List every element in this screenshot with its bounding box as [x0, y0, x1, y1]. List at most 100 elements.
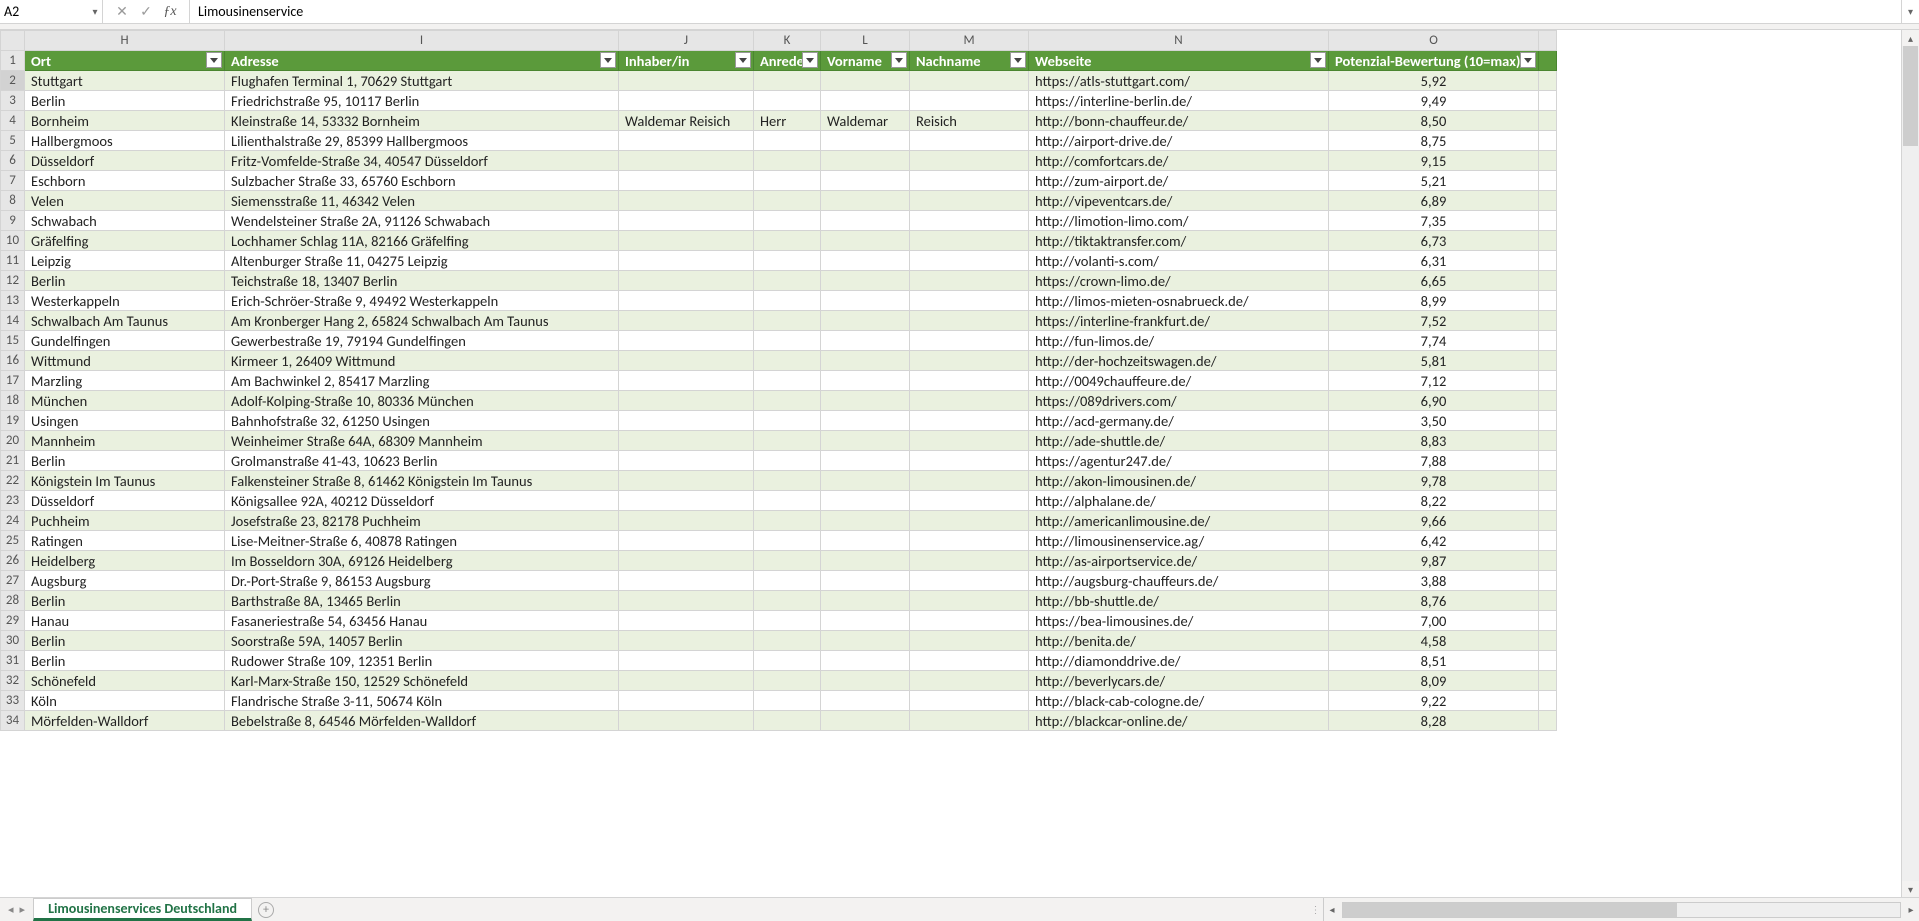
cell[interactable]: [910, 351, 1029, 371]
cell[interactable]: [910, 711, 1029, 731]
cell[interactable]: [619, 531, 754, 551]
header-cell-H[interactable]: Ort: [25, 51, 225, 71]
scroll-up-icon[interactable]: ▴: [1902, 30, 1919, 46]
cell[interactable]: 8,83: [1329, 431, 1539, 451]
row-header[interactable]: 2: [1, 71, 25, 91]
cell[interactable]: Karl-Marx-Straße 150, 12529 Schönefeld: [225, 671, 619, 691]
cell[interactable]: [619, 331, 754, 351]
cell[interactable]: [821, 91, 910, 111]
cell[interactable]: Velen: [25, 191, 225, 211]
cell[interactable]: [754, 291, 821, 311]
cell[interactable]: http://diamonddrive.de/: [1029, 651, 1329, 671]
cell[interactable]: 9,49: [1329, 91, 1539, 111]
cell[interactable]: [754, 311, 821, 331]
cell[interactable]: Gräfelfing: [25, 231, 225, 251]
cell[interactable]: [619, 651, 754, 671]
cell[interactable]: [619, 291, 754, 311]
column-header-N[interactable]: N: [1029, 31, 1329, 51]
cell[interactable]: Lochhamer Schlag 11A, 82166 Gräfelfing: [225, 231, 619, 251]
cell[interactable]: http://bb-shuttle.de/: [1029, 591, 1329, 611]
cell[interactable]: [619, 671, 754, 691]
cell[interactable]: 7,52: [1329, 311, 1539, 331]
row-header[interactable]: 22: [1, 471, 25, 491]
filter-dropdown-icon[interactable]: [1010, 52, 1026, 68]
cell[interactable]: [754, 391, 821, 411]
cell[interactable]: Altenburger Straße 11, 04275 Leipzig: [225, 251, 619, 271]
cell[interactable]: 4,58: [1329, 631, 1539, 651]
cell[interactable]: [821, 131, 910, 151]
cell[interactable]: [619, 351, 754, 371]
cell[interactable]: https://crown-limo.de/: [1029, 271, 1329, 291]
row-header[interactable]: 6: [1, 151, 25, 171]
row-header[interactable]: 13: [1, 291, 25, 311]
cell[interactable]: http://bonn-chauffeur.de/: [1029, 111, 1329, 131]
cell[interactable]: 3,88: [1329, 571, 1539, 591]
cell[interactable]: [754, 251, 821, 271]
cell[interactable]: [821, 351, 910, 371]
header-cell-J[interactable]: Inhaber/in: [619, 51, 754, 71]
row-header[interactable]: 20: [1, 431, 25, 451]
cell[interactable]: [754, 191, 821, 211]
cell[interactable]: 7,12: [1329, 371, 1539, 391]
vscroll-thumb[interactable]: [1903, 46, 1918, 146]
cell[interactable]: Eschborn: [25, 171, 225, 191]
cell[interactable]: [910, 411, 1029, 431]
cell[interactable]: http://volanti-s.com/: [1029, 251, 1329, 271]
cell[interactable]: [619, 71, 754, 91]
column-header-H[interactable]: H: [25, 31, 225, 51]
cell[interactable]: Siemensstraße 11, 46342 Velen: [225, 191, 619, 211]
cell[interactable]: Josefstraße 23, 82178 Puchheim: [225, 511, 619, 531]
cell[interactable]: [821, 571, 910, 591]
cell[interactable]: http://black-cab-cologne.de/: [1029, 691, 1329, 711]
new-sheet-button[interactable]: +: [252, 898, 280, 921]
cell[interactable]: http://beverlycars.de/: [1029, 671, 1329, 691]
cell[interactable]: [910, 551, 1029, 571]
cell[interactable]: Gewerbestraße 19, 79194 Gundelfingen: [225, 331, 619, 351]
cell[interactable]: Bebelstraße 8, 64546 Mörfelden-Walldorf: [225, 711, 619, 731]
cell[interactable]: [821, 211, 910, 231]
cell[interactable]: Fritz-Vomfelde-Straße 34, 40547 Düsseldo…: [225, 151, 619, 171]
row-header[interactable]: 23: [1, 491, 25, 511]
cell[interactable]: Kirmeer 1, 26409 Wittmund: [225, 351, 619, 371]
cell[interactable]: https://interline-berlin.de/: [1029, 91, 1329, 111]
cell[interactable]: [910, 71, 1029, 91]
cell[interactable]: [821, 531, 910, 551]
cell[interactable]: [619, 691, 754, 711]
row-header[interactable]: 21: [1, 451, 25, 471]
cell[interactable]: [619, 251, 754, 271]
cell[interactable]: http://tiktaktransfer.com/: [1029, 231, 1329, 251]
cell[interactable]: http://alphalane.de/: [1029, 491, 1329, 511]
filter-dropdown-icon[interactable]: [735, 52, 751, 68]
header-cell-O[interactable]: Potenzial-Bewertung (10=max): [1329, 51, 1539, 71]
cell[interactable]: https://089drivers.com/: [1029, 391, 1329, 411]
cell[interactable]: München: [25, 391, 225, 411]
cell[interactable]: [910, 91, 1029, 111]
cell[interactable]: Friedrichstraße 95, 10117 Berlin: [225, 91, 619, 111]
cell[interactable]: http://0049chauffeure.de/: [1029, 371, 1329, 391]
tab-split-handle[interactable]: ⋮: [1309, 898, 1323, 921]
cell[interactable]: [619, 571, 754, 591]
scroll-right-icon[interactable]: ▸: [1903, 902, 1919, 918]
cell[interactable]: 5,81: [1329, 351, 1539, 371]
cell[interactable]: Waldemar: [821, 111, 910, 131]
cell[interactable]: 9,78: [1329, 471, 1539, 491]
cell[interactable]: [619, 151, 754, 171]
cell[interactable]: [910, 531, 1029, 551]
formula-input[interactable]: [190, 0, 1901, 23]
row-header[interactable]: 4: [1, 111, 25, 131]
cell[interactable]: [754, 351, 821, 371]
cell[interactable]: http://ade-shuttle.de/: [1029, 431, 1329, 451]
cell[interactable]: [619, 211, 754, 231]
cell[interactable]: [821, 191, 910, 211]
cell[interactable]: Im Bosseldorn 30A, 69126 Heidelberg: [225, 551, 619, 571]
cell[interactable]: Usingen: [25, 411, 225, 431]
cell[interactable]: Lilienthalstraße 29, 85399 Hallbergmoos: [225, 131, 619, 151]
cell[interactable]: [754, 331, 821, 351]
cell[interactable]: [821, 631, 910, 651]
header-cell-L[interactable]: Vorname: [821, 51, 910, 71]
cell[interactable]: http://limos-mieten-osnabrueck.de/: [1029, 291, 1329, 311]
cell[interactable]: Adolf-Kolping-Straße 10, 80336 München: [225, 391, 619, 411]
cell[interactable]: Stuttgart: [25, 71, 225, 91]
cell[interactable]: 3,50: [1329, 411, 1539, 431]
cell[interactable]: Flughafen Terminal 1, 70629 Stuttgart: [225, 71, 619, 91]
